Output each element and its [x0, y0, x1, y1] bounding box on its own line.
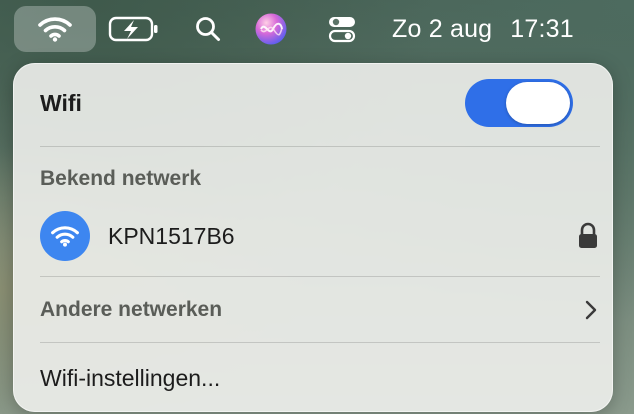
search-icon [196, 17, 220, 41]
wifi-menu-button[interactable] [14, 6, 96, 52]
network-item-kpn1517b6[interactable]: KPN1517B6 [40, 208, 600, 264]
wifi-toggle[interactable] [465, 79, 573, 127]
menubar-clock[interactable]: Zo 2 aug 17:31 [392, 8, 624, 50]
other-networks-label: Andere netwerken [40, 298, 223, 321]
wifi-icon [51, 226, 79, 247]
lock-icon [579, 222, 597, 248]
known-network-header: Bekend netwerk [40, 167, 202, 190]
menu-bar: Zo 2 aug 17:31 [0, 0, 634, 58]
control-center-button[interactable] [320, 8, 364, 50]
battery-charging-icon [108, 16, 158, 42]
battery-menu-button[interactable] [104, 8, 164, 50]
wifi-settings-label: Wifi-instellingen... [40, 364, 221, 391]
wifi-title: Wifi [40, 89, 82, 116]
chevron-right-icon [585, 300, 597, 320]
wifi-settings-item[interactable]: Wifi-instellingen... [40, 357, 600, 399]
other-networks-item[interactable]: Andere netwerken [40, 289, 600, 331]
menubar-date: Zo 2 aug [392, 14, 493, 43]
spotlight-search-button[interactable] [188, 8, 228, 50]
wifi-icon [38, 17, 72, 42]
menubar-time: 17:31 [510, 14, 574, 43]
siri-icon [255, 13, 287, 45]
wifi-popover: Wifi Bekend netwerk KPN1517B6 Andere net… [13, 63, 613, 412]
wifi-toggle-knob [506, 82, 570, 124]
network-name: KPN1517B6 [108, 222, 235, 249]
network-icon-badge [40, 211, 90, 261]
divider [40, 342, 600, 343]
divider [40, 146, 600, 147]
divider [40, 276, 600, 277]
siri-button[interactable] [250, 8, 292, 50]
control-center-icon [328, 17, 356, 43]
